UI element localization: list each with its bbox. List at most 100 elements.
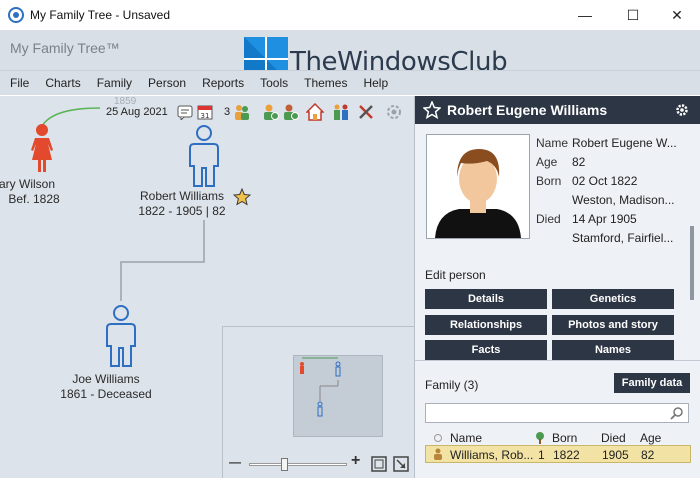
app-header: My Family Tree™ TheWindowsClub <box>0 30 700 81</box>
calendar-icon[interactable]: 31 <box>196 103 214 121</box>
detail-key: Age <box>536 155 558 169</box>
row-born: 1822 <box>553 448 580 462</box>
relationships-button[interactable]: Relationships <box>425 315 547 335</box>
person-card-robert[interactable]: Robert Williams 1822 - 1905 | 82 <box>132 189 232 219</box>
menu-family[interactable]: Family <box>89 76 140 90</box>
notes-icon[interactable] <box>176 103 194 121</box>
star-outline-icon[interactable] <box>423 101 441 119</box>
person-card-joe[interactable]: Joe Williams 1861 - Deceased <box>51 372 161 402</box>
zoom-in-button[interactable]: + <box>351 452 360 470</box>
column-name[interactable]: Name <box>450 431 482 445</box>
menu-person[interactable]: Person <box>140 76 194 90</box>
column-died[interactable]: Died <box>601 431 626 445</box>
select-all-icon[interactable] <box>433 433 443 443</box>
detail-key: Died <box>536 212 561 226</box>
menu-themes[interactable]: Themes <box>296 76 355 90</box>
person-name: Joe Williams <box>72 372 140 386</box>
settings-icon[interactable] <box>385 103 403 121</box>
close-button[interactable]: ✕ <box>654 0 700 30</box>
relatives-icon[interactable] <box>332 103 350 121</box>
column-age[interactable]: Age <box>640 431 661 445</box>
person-name: Robert Williams <box>139 189 224 203</box>
male-person-icon[interactable] <box>103 304 139 368</box>
person-name: ary Wilson <box>0 177 55 191</box>
detail-value: Weston, Madison... <box>572 193 675 207</box>
tree-icon <box>536 432 544 444</box>
detail-row: Stamford, Fairfiel... <box>536 231 673 245</box>
person-dates: 1861 - Deceased <box>60 387 152 401</box>
panel-scrollbar[interactable] <box>690 226 694 300</box>
zoom-controls: — + <box>223 452 414 475</box>
person-panel: Robert Eugene Williams Name Robert Eugene… <box>414 96 700 478</box>
menu-file[interactable]: File <box>2 76 37 90</box>
detail-row: Born 02 Oct 1822 <box>536 174 637 188</box>
row-died: 1905 <box>602 448 629 462</box>
names-button[interactable]: Names <box>552 340 674 360</box>
menu-charts[interactable]: Charts <box>37 76 88 90</box>
minimap-preview <box>300 357 341 417</box>
search-icon[interactable] <box>670 406 684 420</box>
facts-button[interactable]: Facts <box>425 340 547 360</box>
detail-value: Stamford, Fairfiel... <box>572 231 674 245</box>
toolbar-date: 25 Aug 2021 <box>106 106 168 118</box>
tree-canvas[interactable]: 1859 25 Aug 2021 31 3 ary Wilson Bef. 18… <box>0 96 414 478</box>
window-title: My Family Tree - Unsaved <box>30 8 171 22</box>
details-button[interactable]: Details <box>425 289 547 309</box>
title-bar: My Family Tree - Unsaved — ☐ ✕ <box>0 0 700 30</box>
column-born[interactable]: Born <box>552 431 577 445</box>
minimap-viewport[interactable] <box>293 355 383 437</box>
svg-text:31: 31 <box>201 112 210 120</box>
zoom-slider-track[interactable] <box>249 463 347 466</box>
detail-row: Age 82 <box>536 155 585 169</box>
family-search-input[interactable] <box>425 403 689 423</box>
fit-screen-icon[interactable] <box>371 456 387 472</box>
add-parent-icon[interactable] <box>261 103 279 121</box>
family-group-icon[interactable] <box>233 103 251 121</box>
genetics-button[interactable]: Genetics <box>552 289 674 309</box>
person-icon <box>434 448 442 460</box>
detail-row: Died 14 Apr 1905 <box>536 212 637 226</box>
male-person-icon[interactable] <box>186 124 222 188</box>
row-marker: 1 <box>538 448 545 462</box>
detail-row: Name Robert Eugene W... <box>536 136 677 150</box>
avatar <box>435 149 521 238</box>
expand-icon[interactable] <box>393 456 409 472</box>
row-name: Williams, Rob... <box>450 448 534 462</box>
panel-header: Robert Eugene Williams <box>415 96 700 124</box>
toolbar-count: 3 <box>224 106 231 118</box>
home-icon[interactable] <box>306 103 324 121</box>
minimap[interactable]: — + <box>222 326 414 478</box>
panel-person-name: Robert Eugene Williams <box>447 102 608 118</box>
zoom-slider-thumb[interactable] <box>281 458 288 471</box>
person-dates: Bef. 1828 <box>8 192 60 206</box>
add-child-icon[interactable] <box>281 103 299 121</box>
zoom-out-button[interactable]: — <box>229 455 241 469</box>
app-name: My Family Tree™ <box>10 40 120 56</box>
menu-bar: File Charts Family Person Reports Tools … <box>0 70 700 95</box>
detail-value: 02 Oct 1822 <box>572 174 638 188</box>
app-icon <box>8 7 24 23</box>
table-row[interactable]: Williams, Rob... 1 1822 1905 82 <box>425 445 691 463</box>
row-age: 82 <box>641 448 655 462</box>
gear-icon[interactable] <box>675 103 689 117</box>
detail-key: Name <box>536 136 569 150</box>
family-section: Family (3) Family data Name Born Died Ag… <box>415 360 700 478</box>
person-card-mary[interactable]: ary Wilson Bef. 1828 <box>0 177 60 207</box>
person-photo[interactable] <box>426 134 530 239</box>
minimize-button[interactable]: — <box>562 0 608 30</box>
tools-icon[interactable] <box>357 103 375 121</box>
detail-key: Born <box>536 174 562 188</box>
female-person-icon[interactable] <box>25 122 59 174</box>
menu-help[interactable]: Help <box>355 76 396 90</box>
edit-person-label: Edit person <box>425 268 486 282</box>
star-icon[interactable] <box>233 188 251 206</box>
detail-value: 82 <box>572 155 586 169</box>
photos-and-story-button[interactable]: Photos and story <box>552 315 674 335</box>
menu-reports[interactable]: Reports <box>194 76 252 90</box>
person-dates: 1822 - 1905 | 82 <box>138 204 226 218</box>
menu-tools[interactable]: Tools <box>252 76 296 90</box>
maximize-button[interactable]: ☐ <box>610 0 656 30</box>
detail-value: Robert Eugene W... <box>572 136 677 150</box>
family-data-button[interactable]: Family data <box>614 373 690 393</box>
family-title: Family (3) <box>425 378 479 392</box>
